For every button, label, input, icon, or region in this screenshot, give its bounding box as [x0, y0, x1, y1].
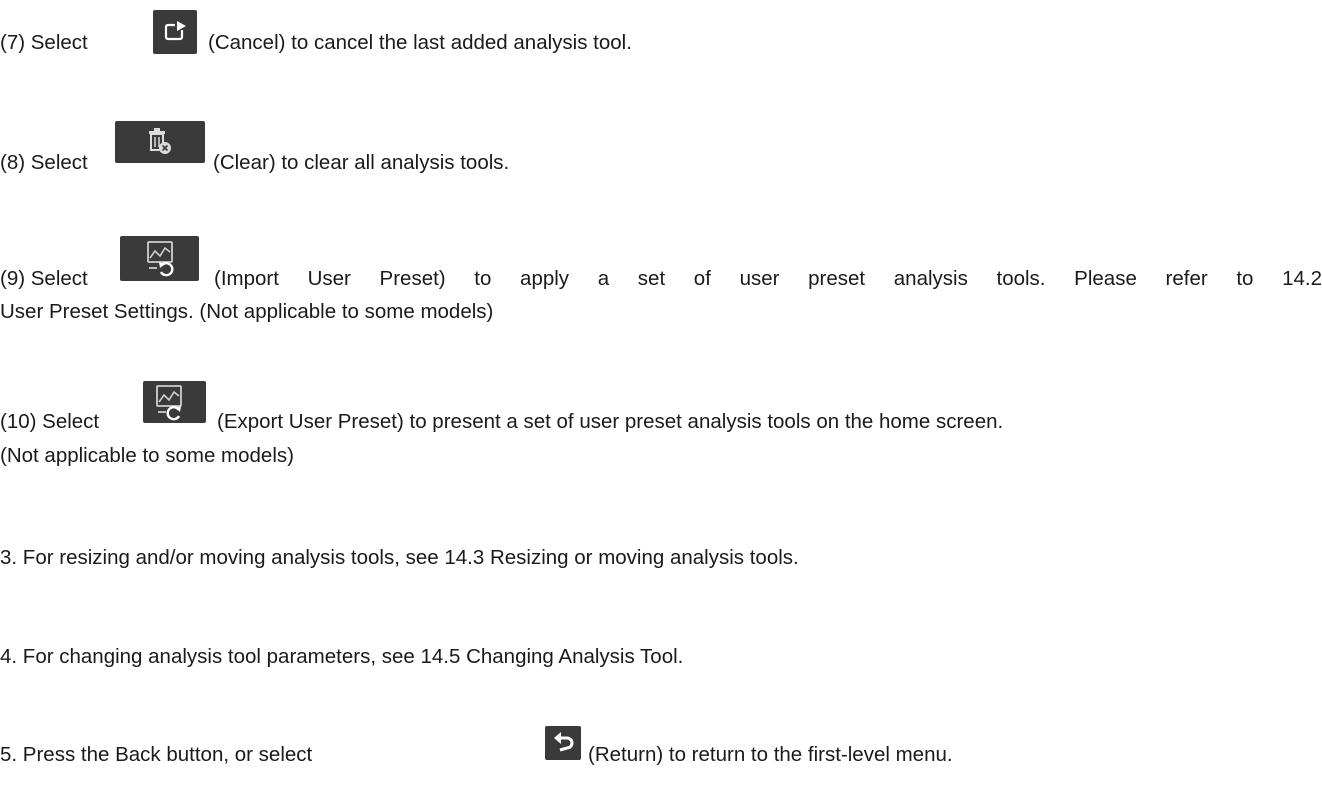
- item-10-continuation: (Not applicable to some models): [0, 444, 294, 467]
- step-5-text: (Return) to return to the first-level me…: [588, 743, 953, 766]
- return-icon: [545, 726, 581, 760]
- item-9-prefix: (9) Select: [0, 267, 88, 290]
- item-8-prefix: (8) Select: [0, 151, 88, 174]
- step-3: 3. For resizing and/or moving analysis t…: [0, 546, 799, 569]
- item-9-continuation: User Preset Settings. (Not applicable to…: [0, 300, 494, 323]
- step-4: 4. For changing analysis tool parameters…: [0, 645, 684, 668]
- import-user-preset-icon: [120, 236, 199, 281]
- clear-icon: [115, 121, 205, 163]
- item-9-text: (Import User Preset) to apply a set of u…: [214, 267, 1322, 290]
- cancel-icon: [153, 10, 197, 54]
- item-7-prefix: (7) Select: [0, 31, 88, 54]
- export-user-preset-icon: [143, 381, 206, 423]
- item-10-text: (Export User Preset) to present a set of…: [217, 410, 1004, 433]
- item-8-text: (Clear) to clear all analysis tools.: [213, 151, 510, 174]
- item-10-prefix: (10) Select: [0, 410, 100, 433]
- step-5-prefix: 5. Press the Back button, or select: [0, 743, 313, 766]
- item-7-text: (Cancel) to cancel the last added analys…: [208, 31, 632, 54]
